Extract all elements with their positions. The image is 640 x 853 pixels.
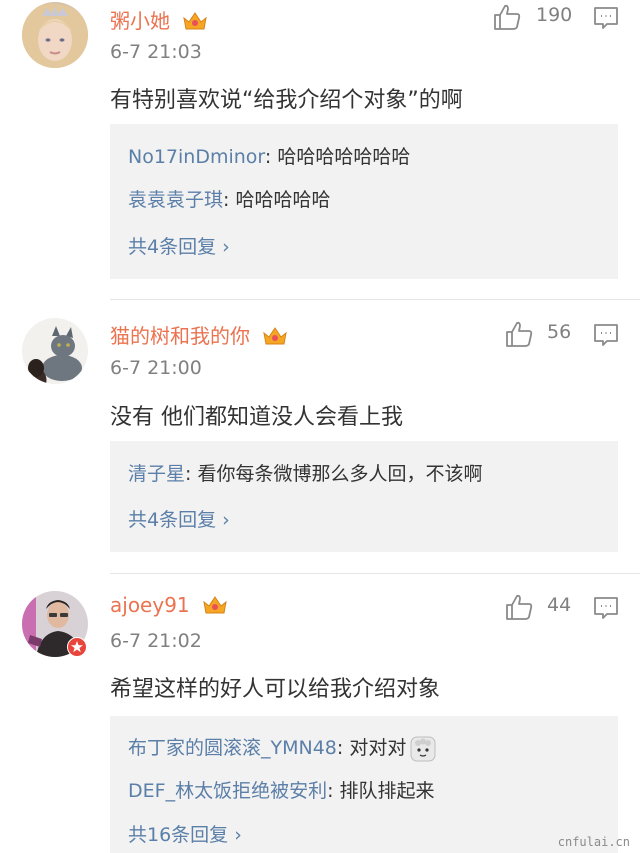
avatar[interactable] [22,318,88,384]
watermark: cnfulai.cn [557,835,630,849]
reply-username[interactable]: DEF_林太饭拒绝被安利 [128,780,327,802]
reply-text: : 排队排起来 [327,780,435,802]
timestamp: 6-7 21:02 [110,630,202,652]
username[interactable]: ajoey91 [110,593,190,617]
comment-text: 有特别喜欢说“给我介绍个对象”的啊 [110,88,463,113]
comment-item: 猫的树和我的你 6-7 21:00 56 没有 他们都知道没人会看上我 清子星:… [0,300,640,573]
reply-item[interactable]: DEF_林太饭拒绝被安利: 排队排起来 [128,776,435,803]
comment-item: 粥小她 6-7 21:03 190 有特别喜欢说“给我介绍个对象”的啊 No17… [0,0,640,300]
thumbs-up-icon[interactable] [492,2,522,32]
reply-text: : 哈哈哈哈哈 [223,189,331,211]
timestamp: 6-7 21:03 [110,41,202,63]
verified-badge-icon [67,637,87,657]
reply-username[interactable]: 清子星 [128,463,185,485]
more-replies-link[interactable]: 共16条回复 › [128,820,242,847]
avatar[interactable] [22,2,88,68]
reply-item[interactable]: 布丁家的圆滚滚_YMN48: 对对对 [128,733,436,762]
comment-text: 没有 他们都知道没人会看上我 [110,405,403,430]
username[interactable]: 猫的树和我的你 [110,324,250,348]
reply-box: 布丁家的圆滚滚_YMN48: 对对对 DEF_林太饭拒绝被安利: 排队排起来 共… [110,716,618,853]
more-replies-link[interactable]: 共4条回复 › [128,505,230,532]
thumbs-up-icon[interactable] [504,319,534,349]
reply-text: : 看你每条微博那么多人回，不该啊 [185,463,483,485]
thumbs-up-icon[interactable] [504,592,534,622]
reply-username[interactable]: No17inDminor [128,146,265,168]
sheep-emoji-icon [410,736,436,761]
comment-icon[interactable] [593,596,619,620]
reply-item[interactable]: 清子星: 看你每条微博那么多人回，不该啊 [128,459,482,486]
like-count: 190 [536,4,573,26]
more-replies-link[interactable]: 共4条回复 › [128,232,230,259]
comment-text: 希望这样的好人可以给我介绍对象 [110,677,441,702]
reply-box: No17inDminor: 哈哈哈哈哈哈哈 袁袁袁子琪: 哈哈哈哈哈 共4条回复… [110,124,618,279]
like-count: 56 [547,321,572,343]
reply-username[interactable]: 布丁家的圆滚滚_YMN48 [128,737,337,759]
reply-item[interactable]: No17inDminor: 哈哈哈哈哈哈哈 [128,142,410,169]
comment-icon[interactable] [593,323,619,347]
reply-username[interactable]: 袁袁袁子琪 [128,189,223,211]
crown-vip-icon [263,326,288,344]
crown-vip-icon [183,11,208,29]
comment-icon[interactable] [593,6,619,30]
crown-vip-icon [203,595,227,613]
username[interactable]: 粥小她 [110,9,170,33]
reply-box: 清子星: 看你每条微博那么多人回，不该啊 共4条回复 › [110,441,618,552]
like-count: 44 [547,594,572,616]
timestamp: 6-7 21:00 [110,357,202,379]
reply-item[interactable]: 袁袁袁子琪: 哈哈哈哈哈 [128,185,330,212]
comment-item: ajoey91 6-7 21:02 44 希望这样的好人可以给我介绍对象 布丁家… [0,574,640,853]
reply-text: : 对对对 [336,737,407,759]
reply-text: : 哈哈哈哈哈哈哈 [264,146,411,168]
